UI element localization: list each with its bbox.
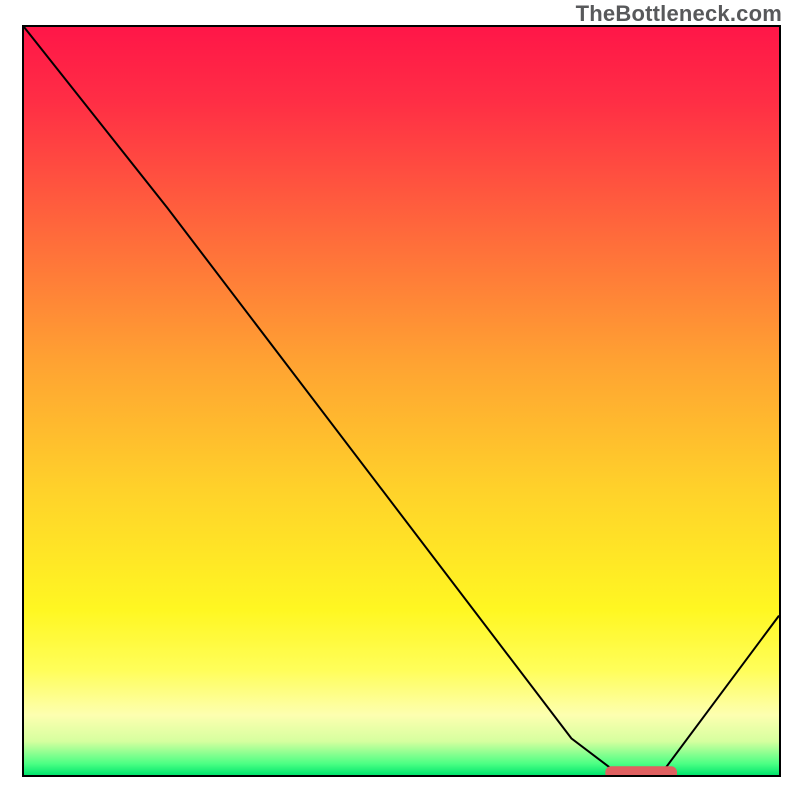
watermark-text: TheBottleneck.com: [576, 1, 782, 27]
plot-area: [22, 25, 781, 777]
chart-surface: [24, 27, 779, 775]
chart-frame: TheBottleneck.com: [0, 0, 800, 800]
optimal-range-marker: [605, 766, 677, 775]
gradient-background: [24, 27, 779, 775]
